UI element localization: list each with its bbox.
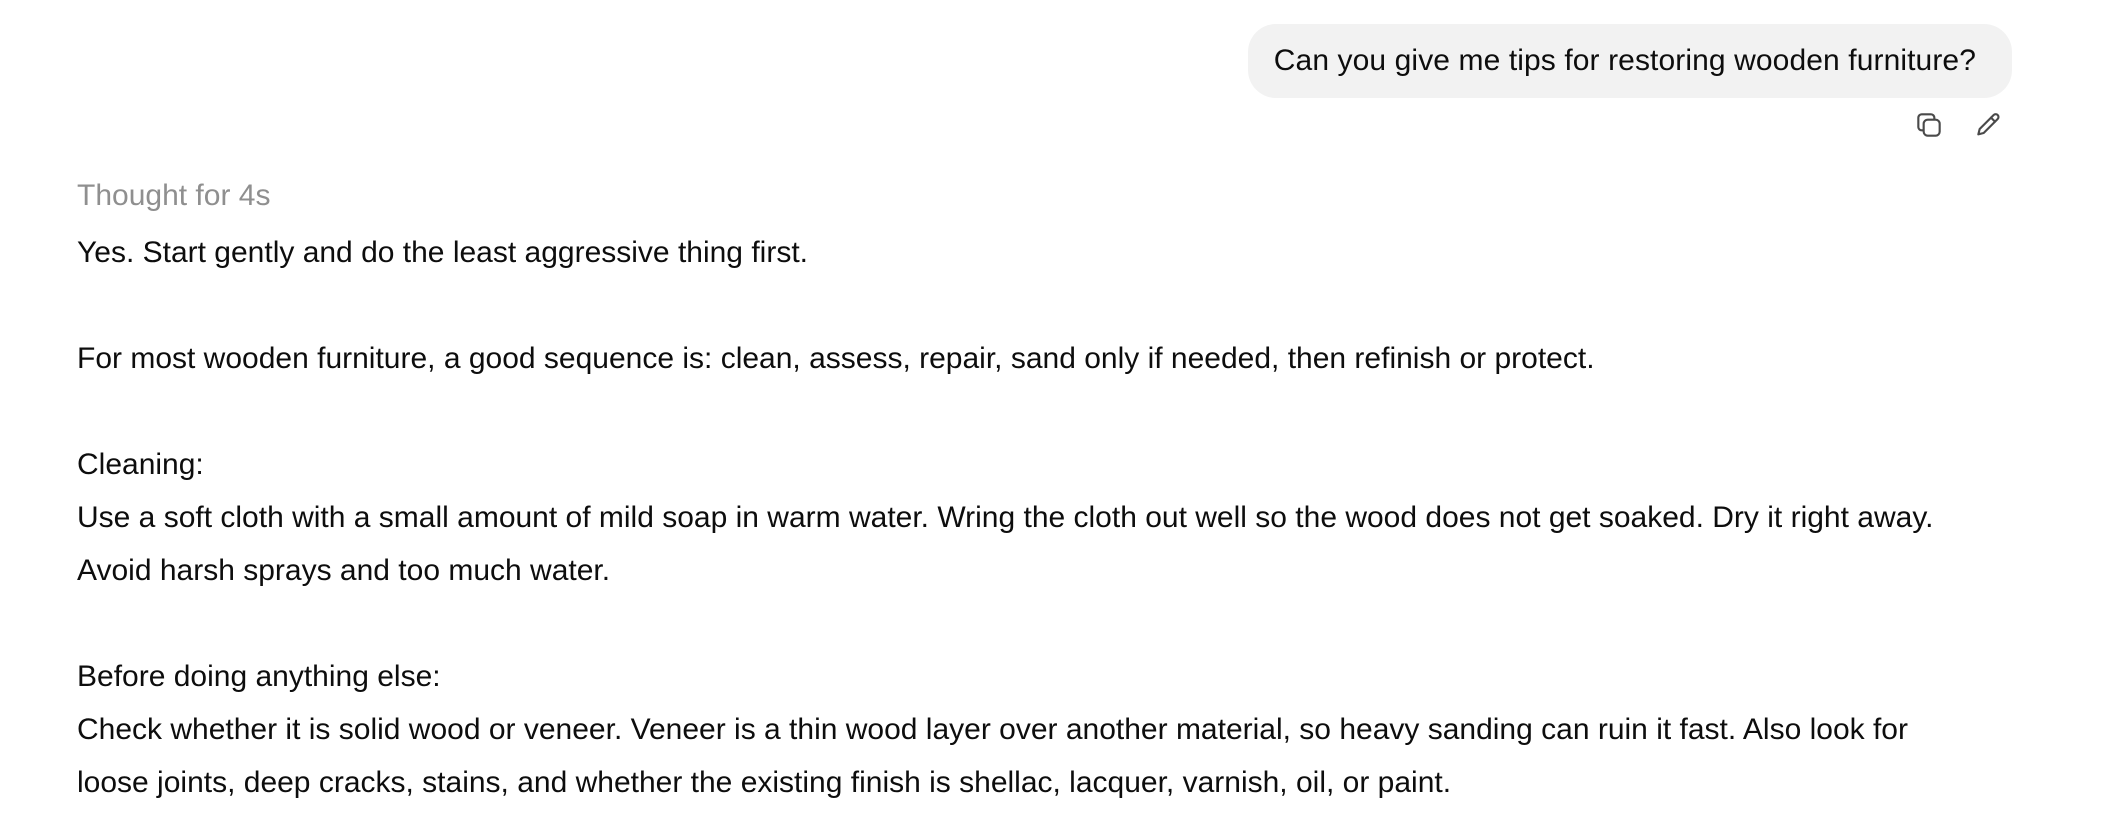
cleaning-heading: Cleaning:	[77, 448, 204, 481]
before-heading: Before doing anything else:	[77, 660, 441, 693]
user-message-row: Can you give me tips for restoring woode…	[1247, 24, 2012, 146]
assistant-message: Thought for 4s Yes. Start gently and do …	[77, 174, 1977, 809]
copy-icon	[1913, 109, 1945, 146]
edit-button[interactable]	[1970, 108, 2008, 146]
cleaning-body: Use a soft cloth with a small amount of …	[77, 501, 1934, 587]
pencil-icon	[1973, 109, 2005, 146]
user-message-bubble: Can you give me tips for restoring woode…	[1247, 24, 2012, 98]
section-cleaning: Cleaning: Use a soft cloth with a small …	[77, 438, 1972, 597]
user-message-actions	[1910, 108, 2008, 146]
thought-duration-toggle[interactable]: Thought for 4s	[77, 174, 1977, 218]
before-body: Check whether it is solid wood or veneer…	[77, 713, 1908, 799]
chat-page: Can you give me tips for restoring woode…	[0, 0, 2102, 832]
paragraph-intro: Yes. Start gently and do the least aggre…	[77, 236, 808, 269]
copy-button[interactable]	[1910, 108, 1948, 146]
paragraph-sequence: For most wooden furniture, a good sequen…	[77, 342, 1595, 375]
section-before: Before doing anything else: Check whethe…	[77, 650, 1972, 809]
